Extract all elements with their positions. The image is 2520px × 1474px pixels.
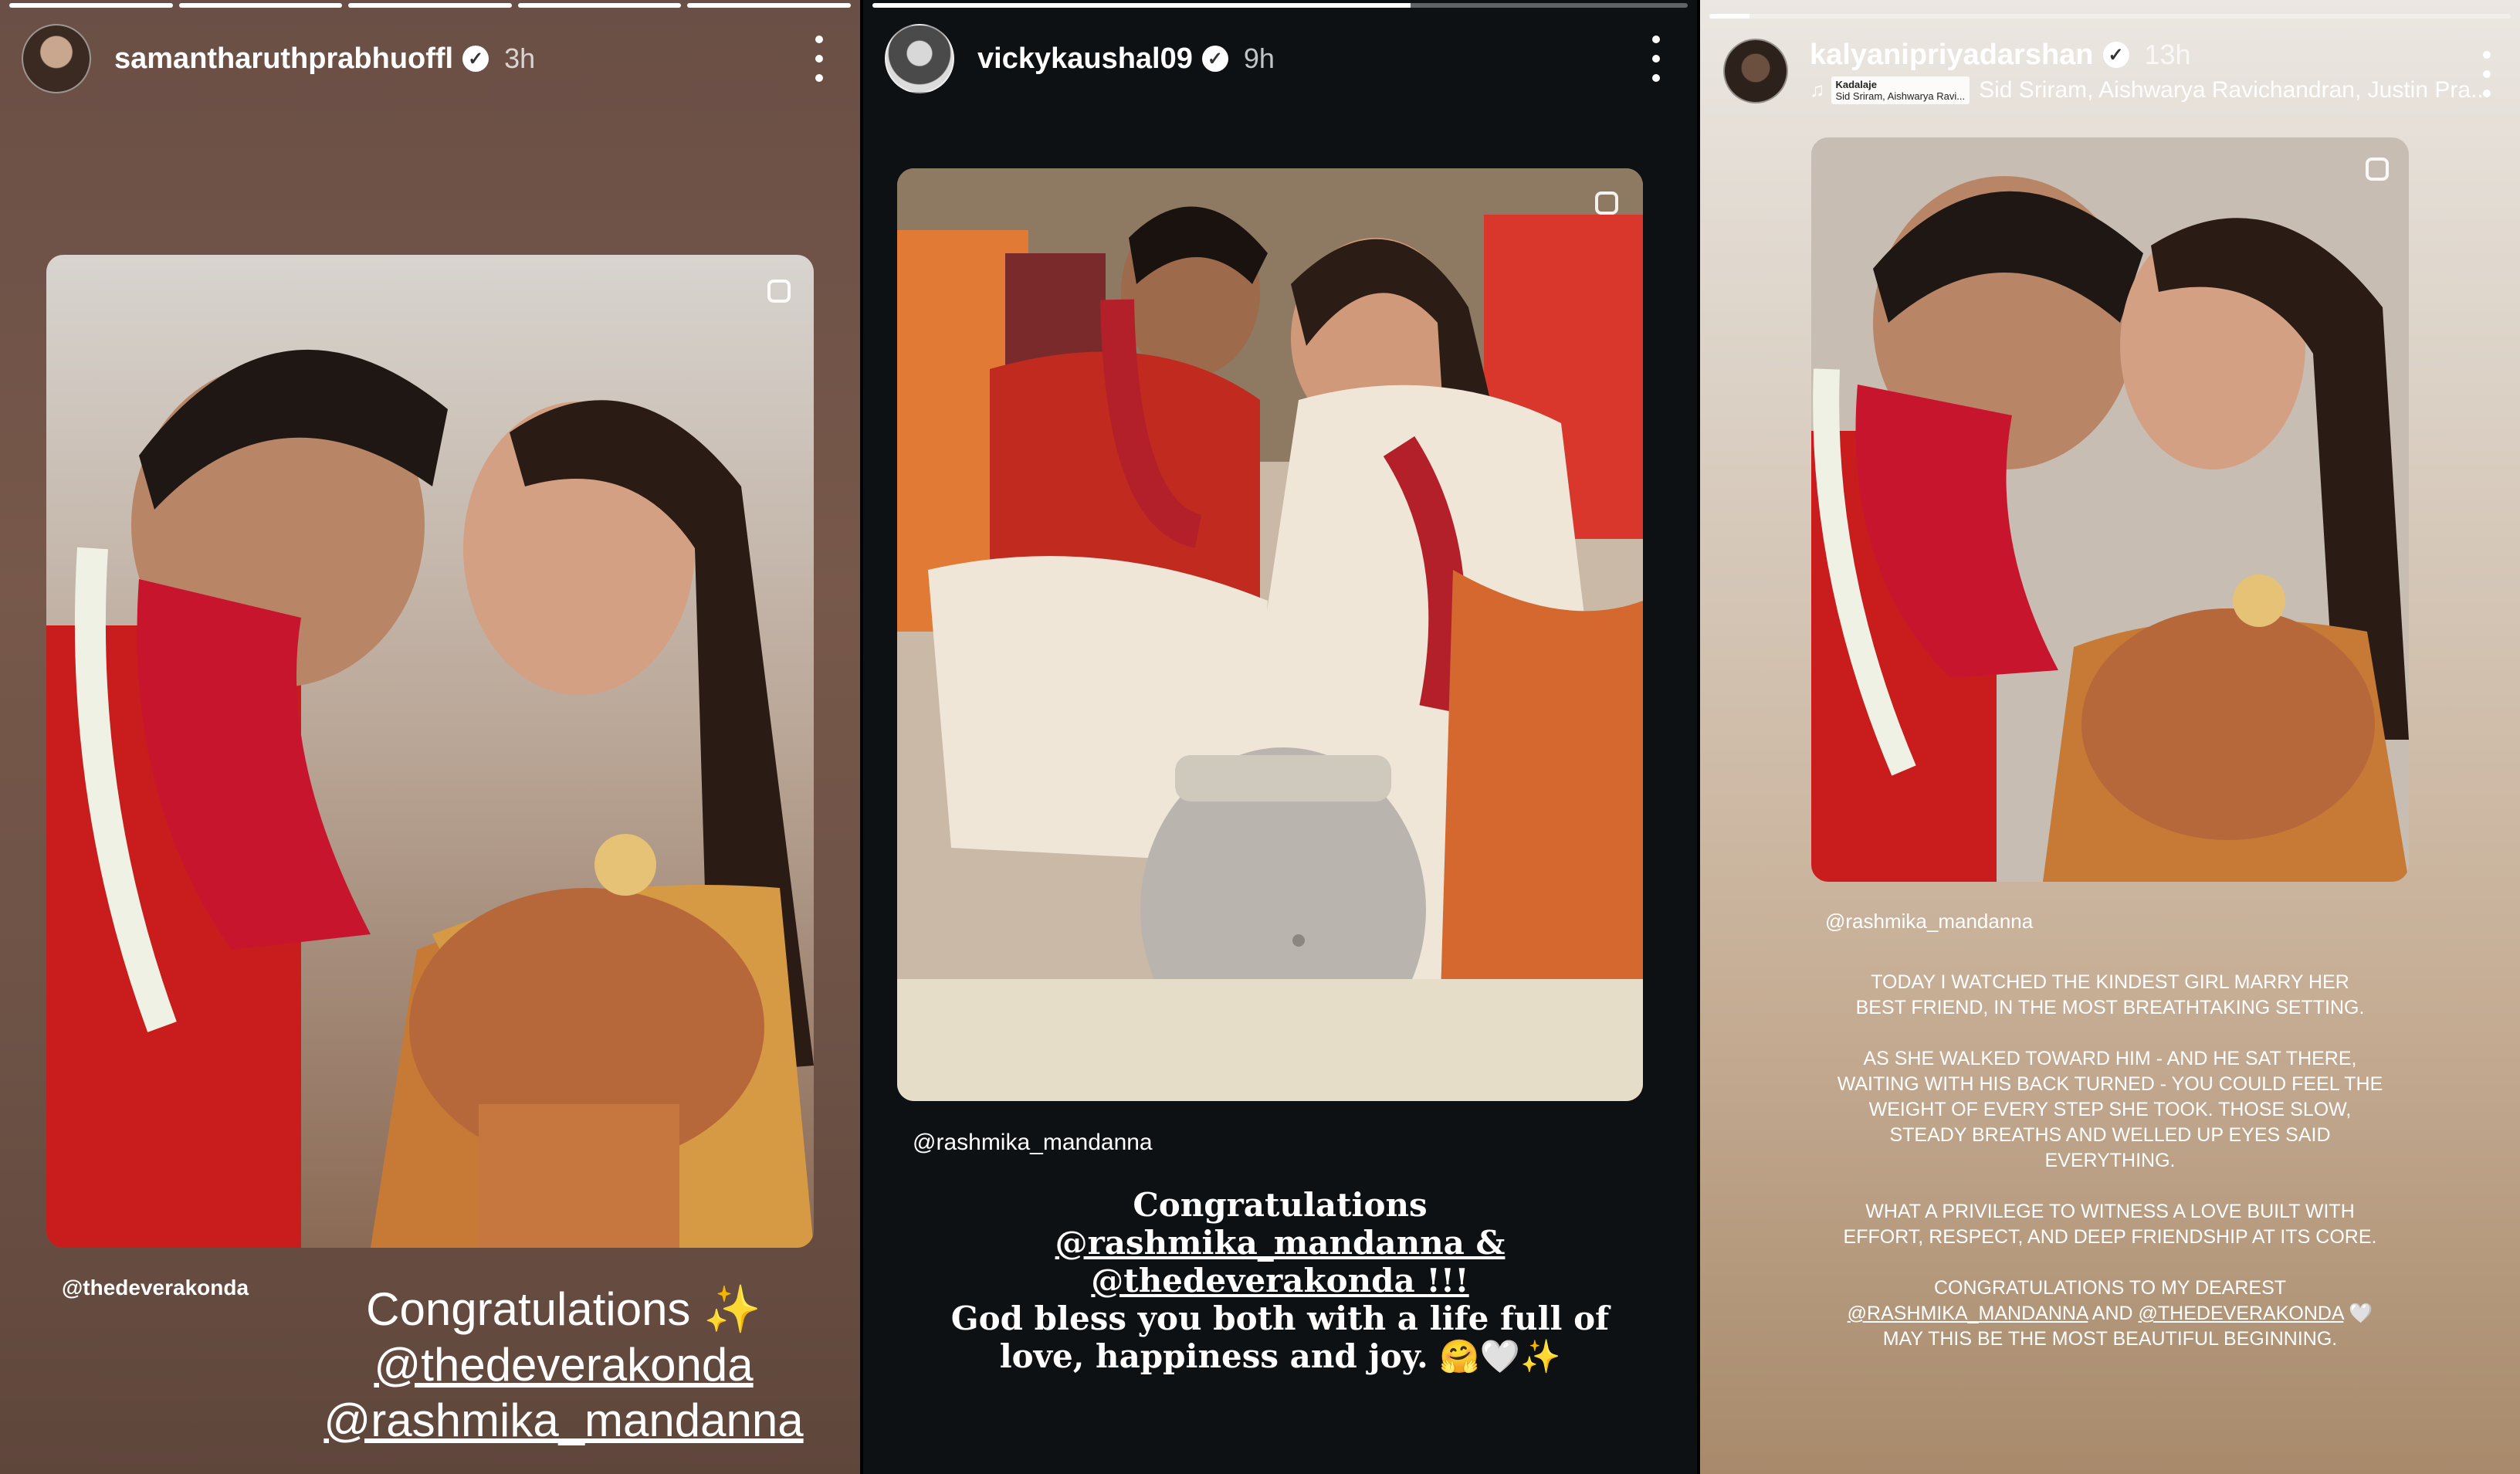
- caption-line: Congratulations: [1133, 1186, 1428, 1224]
- mention-link[interactable]: @thedeverakonda: [293, 1337, 834, 1393]
- story-mention-tag[interactable]: @thedeverakonda: [62, 1276, 249, 1300]
- story-header: samantharuthprabhuoffl ✓ 3h: [22, 22, 838, 96]
- progress-segment: [872, 3, 1688, 8]
- mention-link[interactable]: @rashmika_mandanna: [293, 1393, 834, 1449]
- heart-emoji: 🤍: [2343, 1303, 2373, 1324]
- story-progress-bar: [1709, 14, 2511, 19]
- avatar[interactable]: [1723, 39, 1788, 103]
- more-options-icon[interactable]: [1644, 36, 1668, 82]
- progress-segment: [687, 3, 851, 8]
- save-icon[interactable]: [767, 280, 791, 303]
- verified-badge-icon: ✓: [1201, 46, 1228, 72]
- verified-badge-icon: ✓: [2102, 42, 2129, 68]
- story-progress-bar: [9, 3, 851, 8]
- mention-link[interactable]: @rashmika_mandanna &: [933, 1224, 1628, 1262]
- story-caption: TODAY I WATCHED THE KINDEST GIRL MARRY H…: [1813, 970, 2407, 1352]
- caption-paragraph: MAY THIS BE THE MOST BEAUTIFUL BEGINNING…: [1882, 1328, 2338, 1350]
- story-header: kalyanipriyadarshan ✓ 13h ♫ Kadalaje Sid…: [1723, 32, 2498, 110]
- progress-segment: [1709, 14, 2511, 19]
- caption-paragraph: WHAT A PRIVILEGE TO WITNESS A LOVE BUILT…: [1843, 1201, 2377, 1248]
- username[interactable]: vickykaushal09: [977, 42, 1193, 76]
- story-mention-tag[interactable]: @rashmika_mandanna: [913, 1130, 1153, 1156]
- save-icon[interactable]: [2366, 158, 2389, 181]
- more-options-icon[interactable]: [808, 36, 831, 82]
- progress-segment: [9, 3, 173, 8]
- story-progress-bar: [872, 3, 1688, 8]
- mention-link[interactable]: @RASHMIKA_MANDANNA: [1848, 1303, 2088, 1324]
- story-photo: [46, 255, 814, 1248]
- story-panel-samantha[interactable]: samantharuthprabhuoffl ✓ 3h @thedeverako…: [0, 0, 860, 1474]
- caption-line: love, happiness and joy. 🤗🤍✨: [999, 1337, 1561, 1375]
- music-sticker-title: Kadalaje: [1835, 78, 1877, 90]
- verified-badge-icon: ✓: [462, 46, 489, 72]
- caption-word: AND: [2088, 1303, 2139, 1324]
- music-note-icon: ♫: [1810, 78, 1825, 101]
- story-photo: [1811, 137, 2409, 882]
- story-panel-kalyani[interactable]: kalyanipriyadarshan ✓ 13h ♫ Kadalaje Sid…: [1700, 0, 2520, 1474]
- caption-paragraph: CONGRATULATIONS TO MY DEAREST: [1933, 1277, 2287, 1299]
- save-icon[interactable]: [1595, 191, 1618, 215]
- story-mention-tag[interactable]: @rashmika_mandanna: [1825, 910, 2033, 934]
- avatar[interactable]: [22, 24, 91, 93]
- progress-segment: [348, 3, 512, 8]
- username[interactable]: kalyanipriyadarshan: [1810, 39, 2094, 72]
- music-sticker[interactable]: Kadalaje Sid Sriram, Aishwarya Ravi...: [1831, 76, 1970, 104]
- story-caption: Congratulations @rashmika_mandanna & @th…: [933, 1186, 1628, 1375]
- progress-segment: [178, 3, 343, 8]
- story-panel-vicky[interactable]: vickykaushal09 ✓ 9h @rashmika_mandanna C…: [863, 0, 1697, 1474]
- music-sticker-artist: Sid Sriram, Aishwarya Ravi...: [1835, 90, 1966, 102]
- caption-paragraph: AS SHE WALKED TOWARD HIM - AND HE SAT TH…: [1837, 1048, 2383, 1171]
- mention-link[interactable]: @thedeverakonda !!!: [933, 1262, 1628, 1299]
- story-header: vickykaushal09 ✓ 9h: [885, 22, 1675, 96]
- story-caption: Congratulations ✨ @thedeverakonda @rashm…: [293, 1282, 834, 1449]
- more-options-icon[interactable]: [2475, 51, 2498, 97]
- avatar[interactable]: [885, 24, 954, 93]
- mention-link[interactable]: @THEDEVERAKONDA: [2139, 1303, 2344, 1324]
- story-time: 13h: [2144, 39, 2191, 70]
- caption-line: @RASHMIKA_MANDANNA AND @THEDEVERAKONDA 🤍: [1813, 1301, 2407, 1327]
- music-artists[interactable]: Sid Sriram, Aishwarya Ravichandran, Just…: [1979, 77, 2490, 103]
- caption-paragraph: TODAY I WATCHED THE KINDEST GIRL MARRY H…: [1855, 971, 2365, 1018]
- progress-segment: [517, 3, 682, 8]
- caption-line: Congratulations ✨: [366, 1283, 761, 1335]
- caption-line: God bless you both with a life full of: [950, 1299, 1610, 1337]
- story-photo: [897, 168, 1643, 1101]
- story-time: 9h: [1243, 42, 1275, 74]
- username[interactable]: samantharuthprabhuoffl: [114, 42, 453, 76]
- story-time: 3h: [504, 42, 536, 74]
